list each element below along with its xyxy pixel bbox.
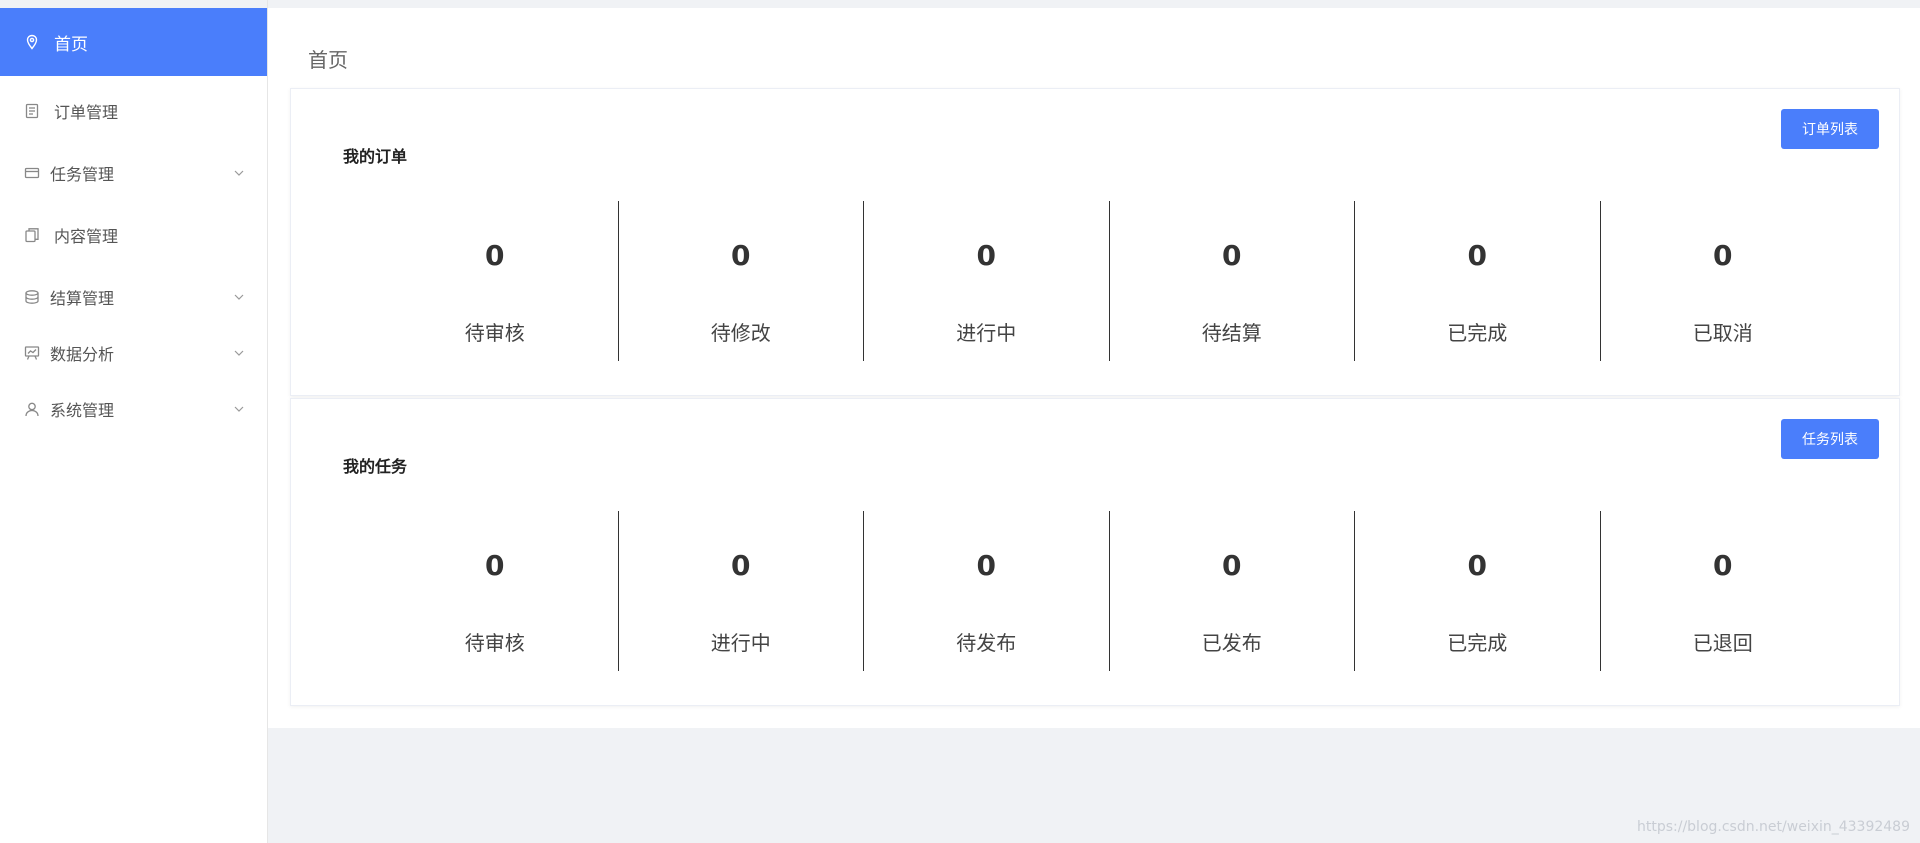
user-icon (24, 401, 40, 417)
sidebar-item-label: 首页 (54, 34, 88, 55)
card-icon (24, 165, 40, 181)
coins-icon (24, 289, 40, 305)
stat-item[interactable]: 0 已退回 (1599, 511, 1846, 671)
stat-label: 待结算 (1201, 321, 1262, 345)
chevron-down-icon[interactable] (233, 403, 245, 415)
stat-item[interactable]: 0 进行中 (617, 511, 864, 671)
stat-item[interactable]: 0 待结算 (1108, 201, 1355, 361)
task-stats: 0 待审核 0 进行中 0 待发布 0 已发布 0 已完成 0 已退回 (372, 511, 1845, 671)
sidebar-item-tasks[interactable]: 任务管理 (0, 146, 267, 200)
sidebar-item-orders[interactable]: 订单管理 (0, 76, 267, 146)
stat-item[interactable]: 0 待修改 (617, 201, 864, 361)
stat-label: 待审核 (464, 321, 525, 345)
sidebar: 首页 订单管理 任务管理 内容管理 结算管理 数据分析 系统管理 (0, 0, 268, 843)
stat-value: 0 (731, 549, 751, 582)
document-icon (24, 103, 40, 119)
stat-value: 0 (1467, 549, 1487, 582)
sidebar-item-label: 系统管理 (50, 401, 115, 420)
main-content: 首页 我的订单 订单列表 0 待审核 0 待修改 0 进行中 0 待结算 0 已… (268, 8, 1920, 728)
stat-label: 已完成 (1447, 321, 1508, 345)
orders-panel: 我的订单 订单列表 0 待审核 0 待修改 0 进行中 0 待结算 0 已完成 … (290, 88, 1900, 396)
panel-title: 我的订单 (343, 147, 408, 166)
stat-value: 0 (1467, 239, 1487, 272)
sidebar-item-content[interactable]: 内容管理 (0, 200, 267, 270)
stat-label: 已取消 (1692, 321, 1753, 345)
location-pin-icon (24, 34, 40, 50)
stat-label: 待发布 (956, 631, 1017, 655)
stat-label: 进行中 (956, 321, 1017, 345)
sidebar-item-system[interactable]: 系统管理 (0, 382, 267, 436)
sidebar-item-label: 任务管理 (50, 165, 115, 184)
stat-item[interactable]: 0 待发布 (863, 511, 1109, 671)
stat-value: 0 (1222, 549, 1242, 582)
stat-value: 0 (485, 239, 505, 272)
stat-label: 已完成 (1447, 631, 1508, 655)
breadcrumb: 首页 (308, 48, 348, 72)
stat-item[interactable]: 0 已发布 (1108, 511, 1355, 671)
task-list-button[interactable]: 任务列表 (1781, 419, 1879, 459)
sidebar-item-label: 内容管理 (54, 227, 119, 246)
stat-value: 0 (485, 549, 505, 582)
stat-value: 0 (976, 239, 996, 272)
stat-label: 已发布 (1201, 631, 1262, 655)
sidebar-item-settlement[interactable]: 结算管理 (0, 270, 267, 324)
stat-value: 0 (1222, 239, 1242, 272)
copy-icon (24, 227, 40, 243)
stat-label: 待审核 (464, 631, 525, 655)
chevron-down-icon[interactable] (233, 347, 245, 359)
stat-item[interactable]: 0 待审核 (372, 511, 618, 671)
tasks-panel: 我的任务 任务列表 0 待审核 0 进行中 0 待发布 0 已发布 0 已完成 … (290, 398, 1900, 706)
order-stats: 0 待审核 0 待修改 0 进行中 0 待结算 0 已完成 0 已取消 (372, 201, 1845, 361)
stat-label: 已退回 (1692, 631, 1753, 655)
stat-item[interactable]: 0 待审核 (372, 201, 618, 361)
chevron-down-icon[interactable] (233, 167, 245, 179)
stat-value: 0 (731, 239, 751, 272)
app-root: 首页 订单管理 任务管理 内容管理 结算管理 数据分析 系统管理 首页 我的订单… (0, 0, 1920, 843)
stat-label: 进行中 (710, 631, 771, 655)
watermark: https://blog.csdn.net/weixin_43392489 (1636, 819, 1910, 835)
stat-item[interactable]: 0 已完成 (1354, 201, 1600, 361)
order-list-button[interactable]: 订单列表 (1781, 109, 1879, 149)
sidebar-item-label: 结算管理 (50, 289, 115, 308)
chart-board-icon (24, 345, 40, 361)
stat-value: 0 (1713, 549, 1733, 582)
stat-item[interactable]: 0 已完成 (1354, 511, 1600, 671)
stat-value: 0 (976, 549, 996, 582)
sidebar-top-strip (0, 0, 267, 8)
sidebar-item-home[interactable]: 首页 (0, 8, 267, 76)
sidebar-item-analytics[interactable]: 数据分析 (0, 324, 267, 382)
panel-title: 我的任务 (343, 457, 408, 476)
sidebar-item-label: 数据分析 (50, 345, 115, 364)
chevron-down-icon[interactable] (233, 291, 245, 303)
sidebar-item-label: 订单管理 (54, 103, 119, 122)
stat-item[interactable]: 0 已取消 (1599, 201, 1846, 361)
stat-label: 待修改 (710, 321, 771, 345)
stat-item[interactable]: 0 进行中 (863, 201, 1109, 361)
stat-value: 0 (1713, 239, 1733, 272)
